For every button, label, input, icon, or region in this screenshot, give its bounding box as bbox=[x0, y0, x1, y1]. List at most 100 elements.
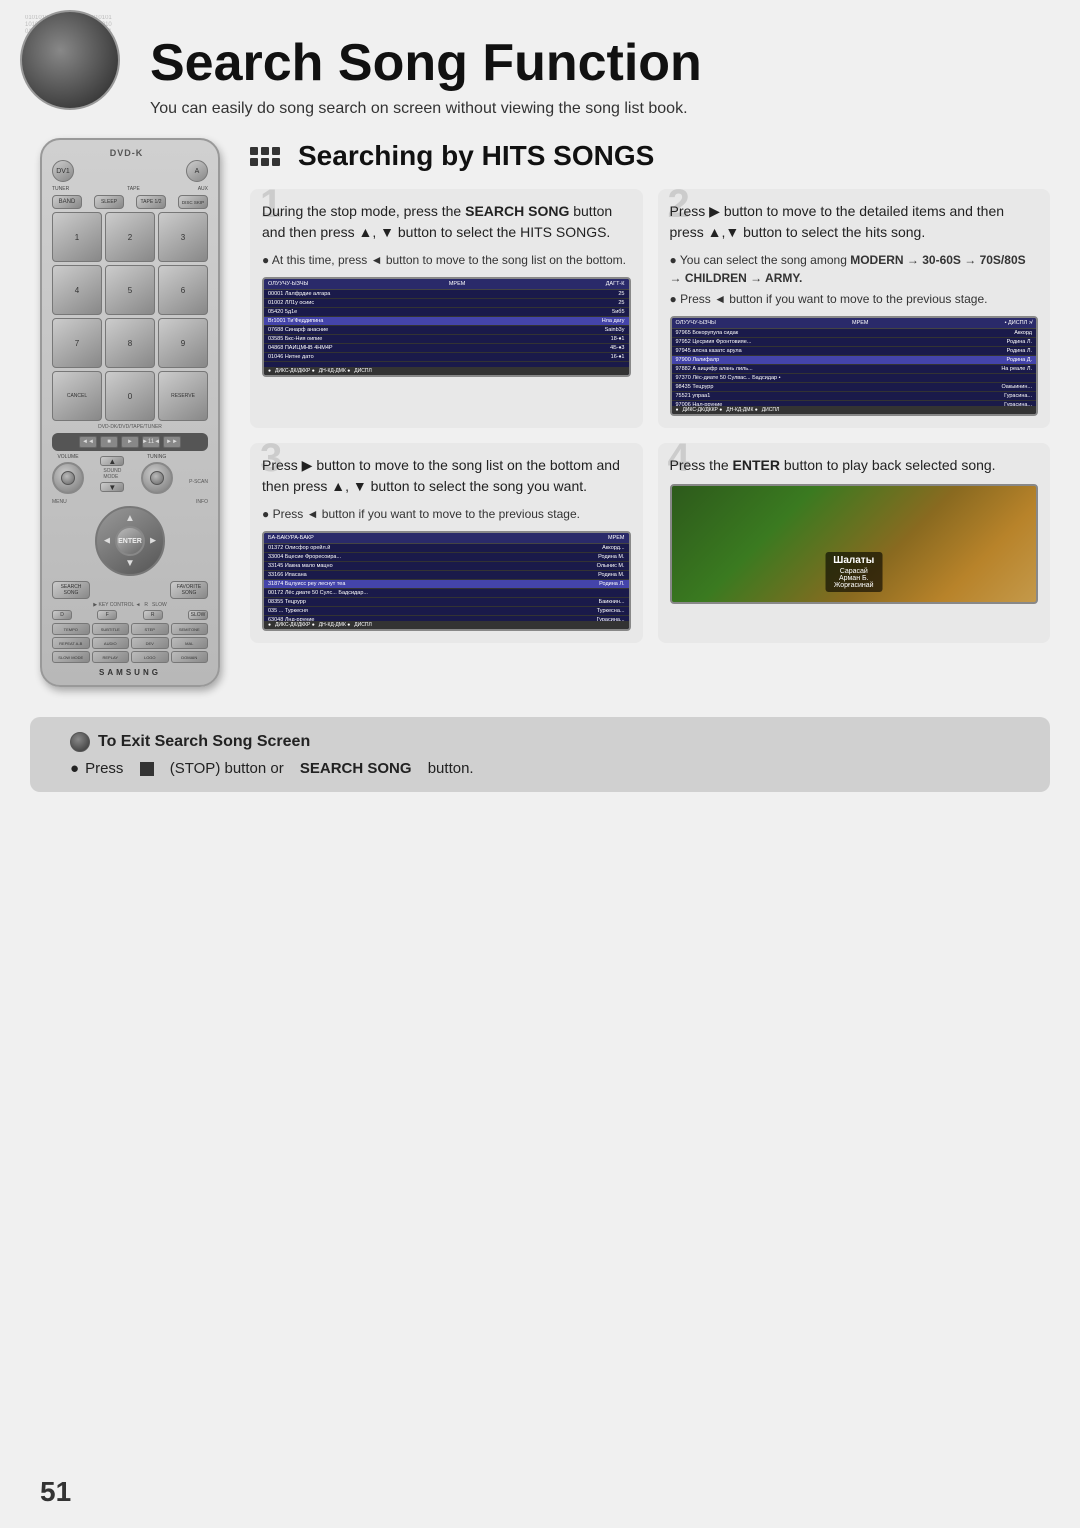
remote-container: DVD-K DV1 A TUNER TAPE AUX BAND SLEEP TA… bbox=[30, 138, 230, 687]
remote-btn-reserve[interactable]: RESERVE bbox=[158, 371, 208, 421]
remote-btn-3[interactable]: 3 bbox=[158, 212, 208, 262]
remote-up-button[interactable]: ▲ bbox=[100, 456, 124, 466]
remote-volume-knob[interactable] bbox=[52, 462, 84, 494]
remote-band-button[interactable]: BAND bbox=[52, 195, 82, 209]
remote-sleep-button[interactable]: SLEEP bbox=[94, 195, 124, 209]
remote-stop-button[interactable]: ■ bbox=[100, 436, 118, 448]
remote-semitone-button[interactable]: SEMITONE bbox=[171, 623, 209, 635]
remote-nav-ring[interactable]: ▲ ▼ ◄ ► ENTER bbox=[95, 506, 165, 576]
bottom-area: To Exit Search Song Screen ● Press (STOP… bbox=[30, 717, 1050, 792]
remote-slow-button[interactable]: SLOW bbox=[188, 610, 208, 620]
remote-nav-left: ◄ bbox=[102, 536, 112, 547]
step-2-bullets: ● You can select the song among MODERN →… bbox=[670, 251, 1039, 308]
remote-domain-button[interactable]: DOMAIN bbox=[171, 651, 209, 663]
step-2-screen-container: ОЛУУЧУ-ЫЗЧЫ МРЕМ • ДИСПЛ ≯ 97965 Бокоруп… bbox=[670, 316, 1039, 416]
remote-tempo-button[interactable]: TEMPO bbox=[52, 623, 90, 635]
step-4-screen-overlay: Шалаты Сарасай Арман Б. Жорғасинай bbox=[825, 552, 882, 592]
remote-nav-arrows: ▲ SOUNDMODE ▼ bbox=[100, 456, 124, 492]
remote-audio-button[interactable]: AUDIO bbox=[92, 637, 130, 649]
remote-play-button[interactable]: ► bbox=[121, 436, 139, 448]
remote-numpad: 1 2 3 4 5 6 7 8 9 CANCEL 0 RESERVE bbox=[52, 212, 208, 421]
step-1-text: During the stop mode, press the SEARCH S… bbox=[262, 201, 631, 243]
remote-btn-9[interactable]: 9 bbox=[158, 318, 208, 368]
remote-logo: DVD-K bbox=[52, 148, 208, 158]
remote-btn-1[interactable]: 1 bbox=[52, 212, 102, 262]
step-2-text: Press ▶ button to move to the detailed i… bbox=[670, 201, 1039, 243]
remote-nav-right: ► bbox=[148, 536, 158, 547]
remote-step-button[interactable]: STEP bbox=[131, 623, 169, 635]
remote-repeatab-button[interactable]: REPEAT A-B bbox=[52, 637, 90, 649]
bottom-oval-icon bbox=[70, 732, 90, 752]
remote-ffwd-button[interactable]: ►► bbox=[163, 436, 181, 448]
remote-tuning-knob[interactable] bbox=[141, 462, 173, 494]
section-title: Searching by HITS SONGS bbox=[298, 140, 654, 172]
remote-a-button[interactable]: A bbox=[186, 160, 208, 182]
remote-nav-area: MENU INFO ▲ ▼ ◄ ► ENTER bbox=[52, 499, 208, 576]
step-1-screen: ОЛУУЧУ-ЫЗЧЫ МРЕМ ДАГТ-К 00001 Лалфрдие а… bbox=[262, 277, 631, 377]
step-1-content: During the stop mode, press the SEARCH S… bbox=[262, 201, 631, 377]
remote-brand: SAMSUNG bbox=[52, 668, 208, 677]
remote-function-row: BAND SLEEP TAPE 1/2 DISC SKIP bbox=[52, 195, 208, 209]
remote-btn-6[interactable]: 6 bbox=[158, 265, 208, 315]
step-1-bullets: ● At this time, press ◄ button to move t… bbox=[262, 251, 631, 269]
remote-extra-controls: D F R SLOW bbox=[52, 610, 208, 620]
remote-btn-7[interactable]: 7 bbox=[52, 318, 102, 368]
remote-down-button[interactable]: ▼ bbox=[100, 482, 124, 492]
remote-slowmode-button[interactable]: SLOW MODE bbox=[52, 651, 90, 663]
remote-favorite-song-button[interactable]: FAVORITESONG bbox=[170, 581, 208, 599]
remote-btn-4[interactable]: 4 bbox=[52, 265, 102, 315]
main-content: DVD-K DV1 A TUNER TAPE AUX BAND SLEEP TA… bbox=[0, 128, 1080, 697]
step-4-screen: Шалаты Сарасай Арман Б. Жорғасинай bbox=[670, 484, 1039, 604]
remote-btn-5[interactable]: 5 bbox=[105, 265, 155, 315]
step-2-box: 2 Press ▶ button to move to the detailed… bbox=[658, 189, 1051, 428]
remote-search-song-button[interactable]: SEARCHSONG bbox=[52, 581, 90, 599]
section-heading: Searching by HITS SONGS bbox=[250, 138, 1050, 174]
remote-dv1-button[interactable]: DV1 bbox=[52, 160, 74, 182]
remote-r-button[interactable]: R bbox=[143, 610, 163, 620]
step-3-screen-container: БА-БАКУРА-БАКР МРЕМ 01372 Олисфор орейл.… bbox=[262, 531, 631, 631]
remote-dev-button[interactable]: DEV bbox=[131, 637, 169, 649]
remote-rewind-button[interactable]: ◄◄ bbox=[79, 436, 97, 448]
header-circle bbox=[20, 10, 120, 110]
remote-side-buttons: SEARCHSONG FAVORITESONG bbox=[52, 581, 208, 599]
step-4-box: 4 Press the ENTER button to play back se… bbox=[658, 443, 1051, 643]
remote-mal-button[interactable]: MAL bbox=[171, 637, 209, 649]
step-3-box: 3 Press ▶ button to move to the song lis… bbox=[250, 443, 643, 643]
step-3-bullets: ● Press ◄ button if you want to move to … bbox=[262, 505, 631, 523]
remote-control: DVD-K DV1 A TUNER TAPE AUX BAND SLEEP TA… bbox=[40, 138, 220, 687]
remote-tape12-button[interactable]: TAPE 1/2 bbox=[136, 195, 166, 209]
remote-nav-down: ▼ bbox=[125, 558, 135, 569]
remote-d-button[interactable]: D bbox=[52, 610, 72, 620]
remote-dvd-label: DVD-DK/DVD/TAPE/TUNER bbox=[52, 424, 208, 430]
page-title: Search Song Function bbox=[150, 20, 1040, 92]
page-subtitle: You can easily do song search on screen … bbox=[150, 100, 1040, 118]
step-1-box: 1 During the stop mode, press the SEARCH… bbox=[250, 189, 643, 428]
remote-top-buttons: DV1 A bbox=[52, 160, 208, 182]
remote-btn-8[interactable]: 8 bbox=[105, 318, 155, 368]
remote-btn-0[interactable]: 0 bbox=[105, 371, 155, 421]
stop-icon bbox=[140, 762, 154, 776]
remote-discskip-button[interactable]: DISC SKIP bbox=[178, 195, 208, 209]
remote-vol-tune: VOLUME ▲ SOUNDMODE ▼ TUNING P-SCAN bbox=[52, 454, 208, 494]
step-3-screen: БА-БАКУРА-БАКР МРЕМ 01372 Олисфор орейл.… bbox=[262, 531, 631, 631]
step-4-text: Press the ENTER button to play back sele… bbox=[670, 455, 1039, 476]
remote-enter-button[interactable]: ENTER bbox=[115, 526, 145, 556]
step-1-screen-container: ОЛУУЧУ-ЫЗЧЫ МРЕМ ДАГТ-К 00001 Лалфрдие а… bbox=[262, 277, 631, 377]
right-content: Searching by HITS SONGS 1 During the sto… bbox=[250, 138, 1050, 687]
remote-btn-2[interactable]: 2 bbox=[105, 212, 155, 262]
step-3-content: Press ▶ button to move to the song list … bbox=[262, 455, 631, 631]
remote-subtitle-button[interactable]: SUBTITLE bbox=[92, 623, 130, 635]
step-4-screen-container: Шалаты Сарасай Арман Б. Жорғасинай bbox=[670, 484, 1039, 604]
step-3-text: Press ▶ button to move to the song list … bbox=[262, 455, 631, 497]
remote-replay-button[interactable]: REPLAY bbox=[92, 651, 130, 663]
steps-grid: 1 During the stop mode, press the SEARCH… bbox=[250, 189, 1050, 643]
remote-f-button[interactable]: F bbox=[97, 610, 117, 620]
step-2-content: Press ▶ button to move to the detailed i… bbox=[670, 201, 1039, 416]
step-2-screen: ОЛУУЧУ-ЫЗЧЫ МРЕМ • ДИСПЛ ≯ 97965 Бокоруп… bbox=[670, 316, 1039, 416]
bottom-text: ● Press (STOP) button or SEARCH SONG but… bbox=[70, 760, 1010, 777]
page-number: 51 bbox=[40, 1476, 71, 1508]
remote-logo-button[interactable]: LOGO bbox=[131, 651, 169, 663]
remote-pauseplay-button[interactable]: ►11◄ bbox=[142, 436, 160, 448]
remote-control-row-label: ▶ KEY CONTROL ◄ R SLOW bbox=[52, 602, 208, 608]
remote-btn-cancel[interactable]: CANCEL bbox=[52, 371, 102, 421]
